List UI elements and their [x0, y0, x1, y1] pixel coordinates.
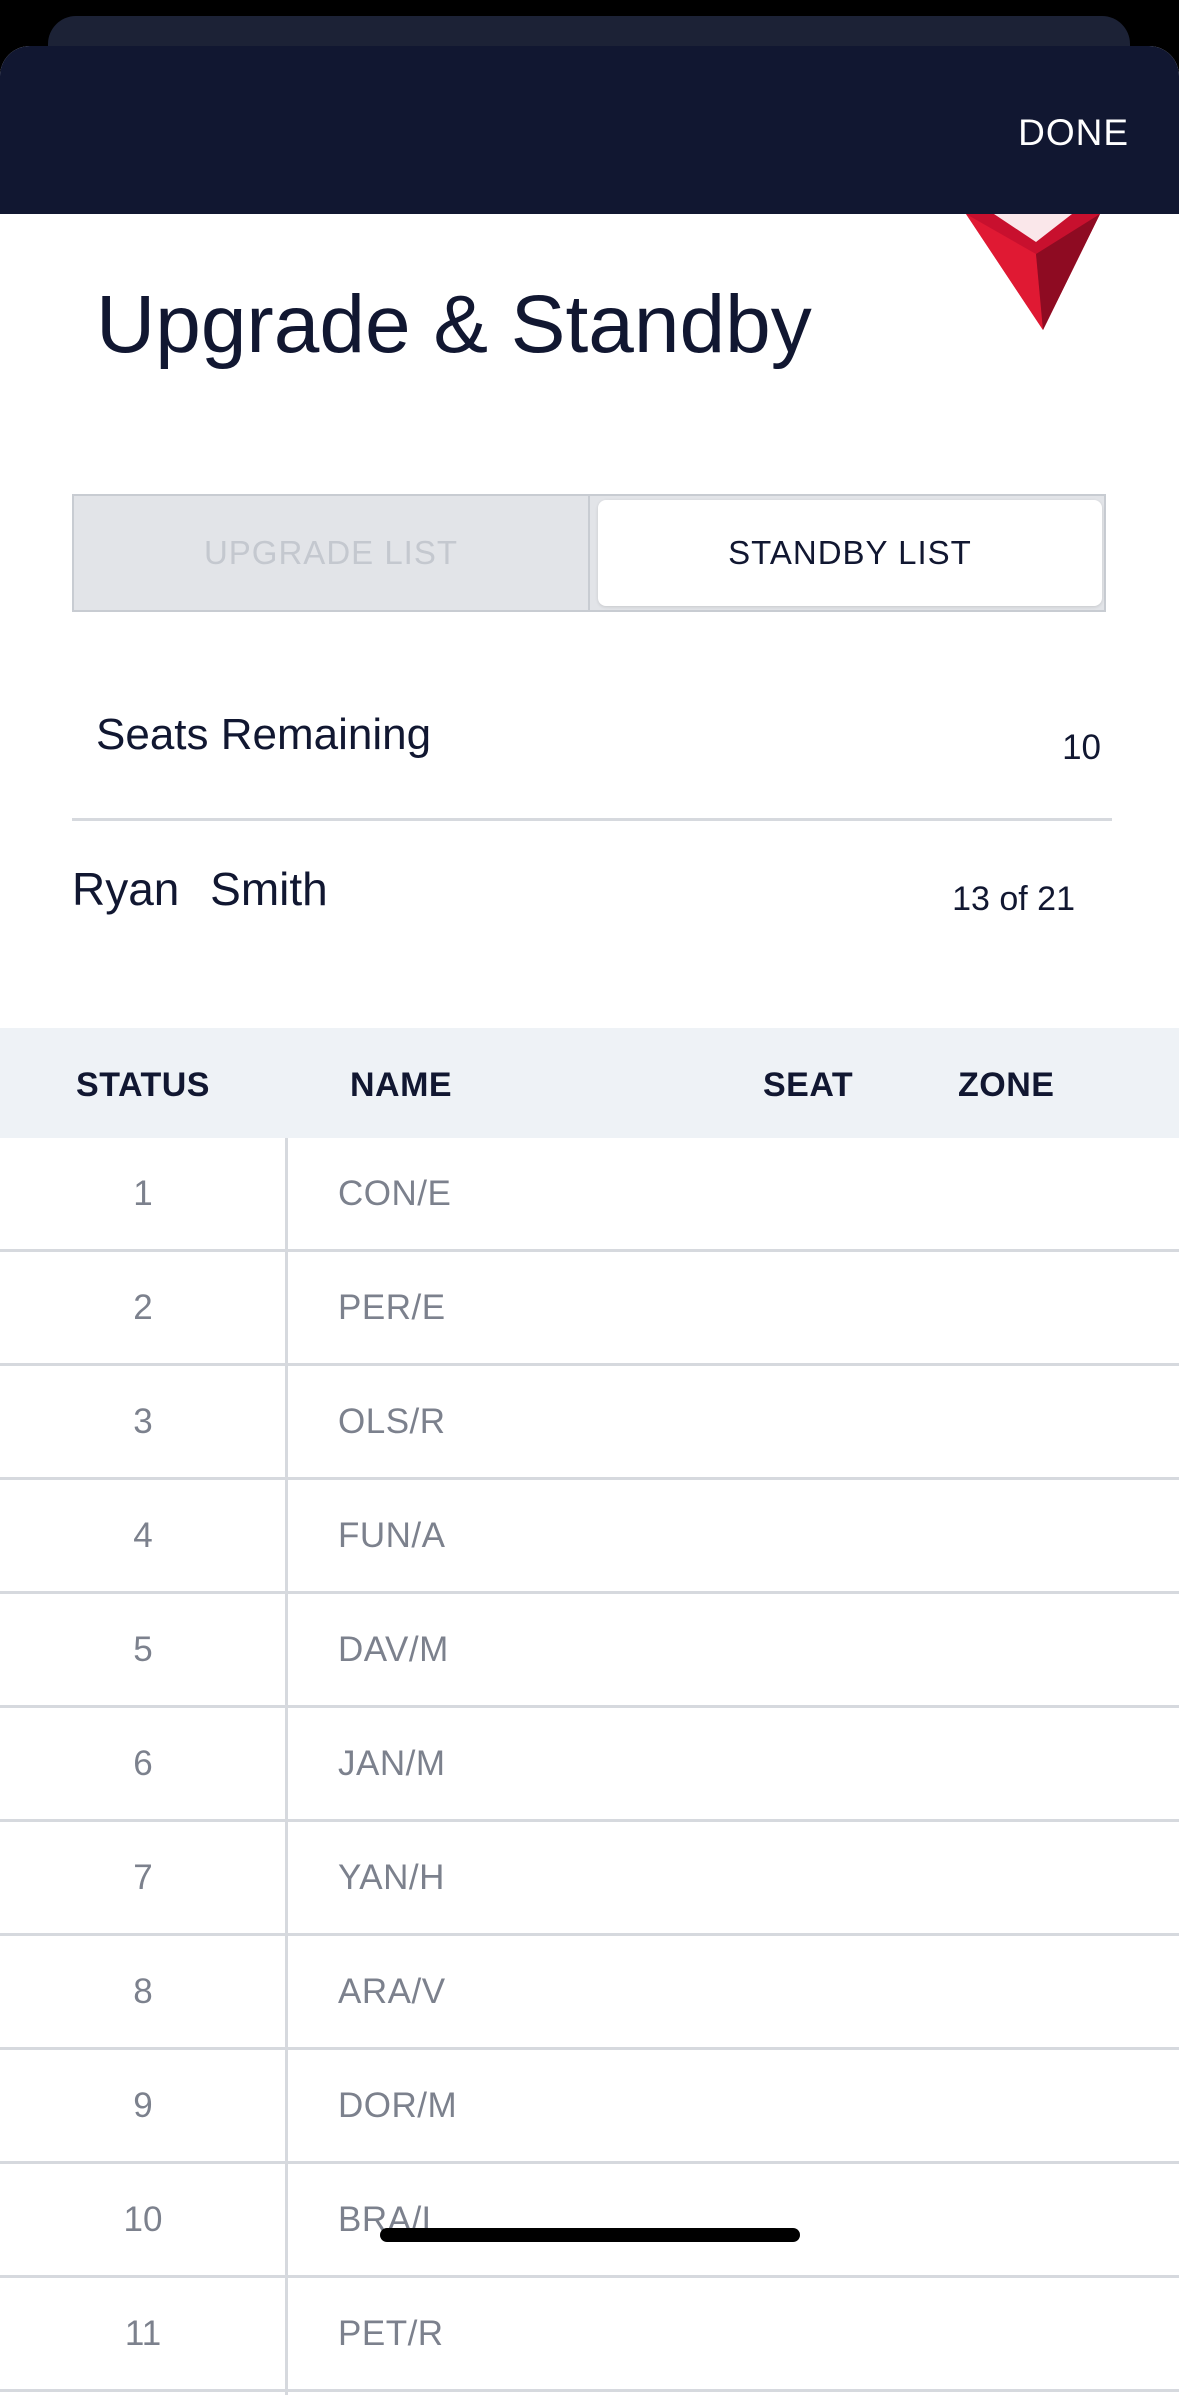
row-name: CON/E — [338, 1174, 452, 1213]
row-status: 8 — [133, 1972, 153, 2011]
passenger-position: 13 of 21 — [952, 880, 1075, 918]
table-row: 8 ARA/V — [0, 1936, 1179, 2050]
upgrade-standby-sheet: DONE Upgrade & Standby UPGRADE LIST STAN… — [0, 46, 1179, 2395]
standby-table: STATUS NAME SEAT ZONE 1 CON/E 2 PER/E 3 OLS… — [0, 1028, 1179, 2395]
tab-standby-list[interactable]: STANDBY LIST — [598, 500, 1102, 606]
header-zone: ZONE — [958, 1066, 1055, 1104]
row-status: 5 — [133, 1630, 153, 1669]
row-status: 9 — [133, 2086, 153, 2125]
passenger-name: Ryan Smith — [72, 863, 328, 915]
row-status: 6 — [133, 1744, 153, 1783]
table-header: STATUS NAME SEAT ZONE — [0, 1028, 1179, 1138]
table-row: 10 BRA/L — [0, 2164, 1179, 2278]
row-status: 1 — [133, 1174, 153, 1213]
home-indicator[interactable] — [380, 2228, 800, 2242]
row-name: DAV/M — [338, 1630, 449, 1669]
row-status: 11 — [124, 2314, 162, 2353]
row-status: 2 — [133, 1288, 153, 1327]
row-status: 4 — [133, 1516, 153, 1555]
row-status: 10 — [123, 2200, 163, 2239]
header-seat: SEAT — [763, 1066, 854, 1104]
row-status: 7 — [133, 1858, 153, 1897]
row-name: PER/E — [338, 1288, 446, 1327]
row-name: DOR/M — [338, 2086, 458, 2125]
header-status: STATUS — [76, 1066, 210, 1104]
table-row: 7 YAN/H — [0, 1822, 1179, 1936]
row-name: FUN/A — [338, 1516, 446, 1555]
tab-upgrade-list[interactable]: UPGRADE LIST — [74, 496, 590, 610]
table-row: 2 PER/E — [0, 1252, 1179, 1366]
row-name: PET/R — [338, 2314, 444, 2353]
table-row: 5 DAV/M — [0, 1594, 1179, 1708]
table-row: 4 FUN/A — [0, 1480, 1179, 1594]
table-row: 1 CON/E — [0, 1138, 1179, 1252]
header-bar: DONE — [0, 46, 1179, 214]
delta-logo-icon — [966, 214, 1100, 330]
divider — [72, 818, 1112, 821]
row-name: YAN/H — [338, 1858, 445, 1897]
row-name: OLS/R — [338, 1402, 446, 1441]
table-row: 6 JAN/M — [0, 1708, 1179, 1822]
header-name: NAME — [350, 1066, 453, 1104]
row-name: ARA/V — [338, 1972, 446, 2011]
table-row: 3 OLS/R — [0, 1366, 1179, 1480]
page-title: Upgrade & Standby — [96, 279, 812, 370]
seats-remaining-value: 10 — [1062, 728, 1101, 767]
row-name: JAN/M — [338, 1744, 446, 1783]
table-row: 9 DOR/M — [0, 2050, 1179, 2164]
table-row: 11 PET/R — [0, 2278, 1179, 2392]
row-status: 3 — [133, 1402, 153, 1441]
list-segmented-control: UPGRADE LIST STANDBY LIST — [72, 494, 1106, 612]
seats-remaining-label: Seats Remaining — [96, 710, 432, 759]
done-button[interactable]: DONE — [1018, 112, 1129, 154]
